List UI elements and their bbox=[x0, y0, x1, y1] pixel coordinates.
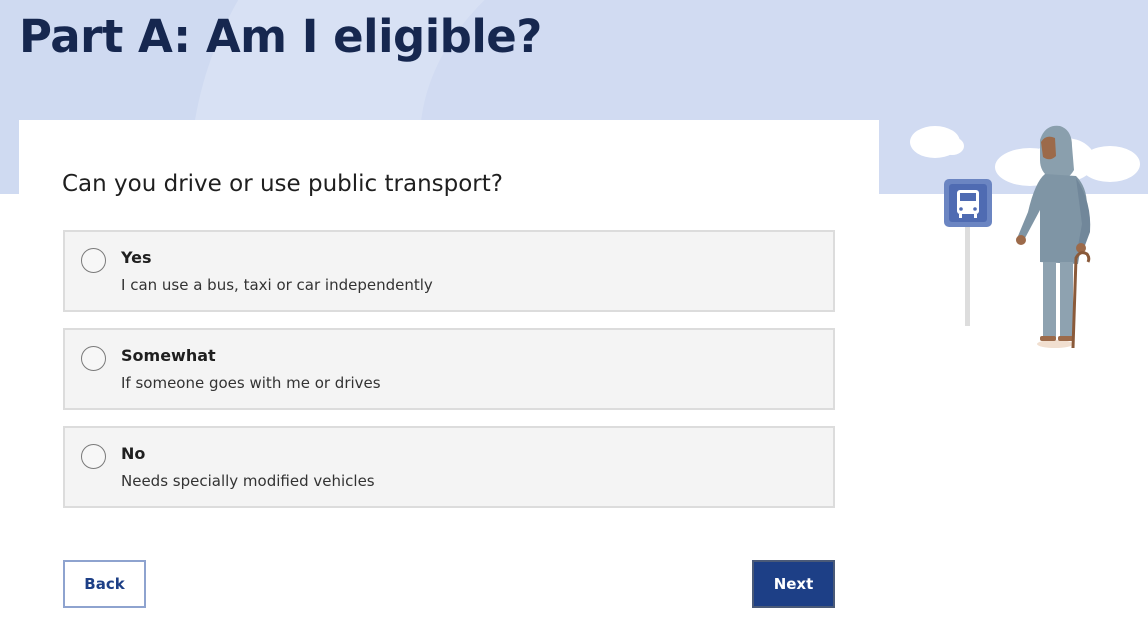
option-description: I can use a bus, taxi or car independent… bbox=[121, 276, 433, 294]
option-yes[interactable]: Yes I can use a bus, taxi or car indepen… bbox=[63, 230, 835, 312]
question-heading: Can you drive or use public transport? bbox=[62, 171, 503, 197]
radio-button[interactable] bbox=[81, 346, 106, 371]
back-button[interactable]: Back bbox=[63, 560, 146, 608]
option-no[interactable]: No Needs specially modified vehicles bbox=[63, 426, 835, 508]
page-title: Part A: Am I eligible? bbox=[19, 10, 542, 63]
option-label: Yes bbox=[121, 248, 152, 267]
bus-stop-illustration bbox=[910, 125, 1140, 349]
option-label: No bbox=[121, 444, 146, 463]
option-somewhat[interactable]: Somewhat If someone goes with me or driv… bbox=[63, 328, 835, 410]
option-description: If someone goes with me or drives bbox=[121, 374, 381, 392]
radio-button[interactable] bbox=[81, 444, 106, 469]
radio-button[interactable] bbox=[81, 248, 106, 273]
bus-icon bbox=[944, 179, 992, 227]
question-card: Can you drive or use public transport? Y… bbox=[19, 120, 879, 639]
option-description: Needs specially modified vehicles bbox=[121, 472, 375, 490]
next-button[interactable]: Next bbox=[752, 560, 835, 608]
option-label: Somewhat bbox=[121, 346, 216, 365]
cloud-icon bbox=[910, 126, 964, 158]
